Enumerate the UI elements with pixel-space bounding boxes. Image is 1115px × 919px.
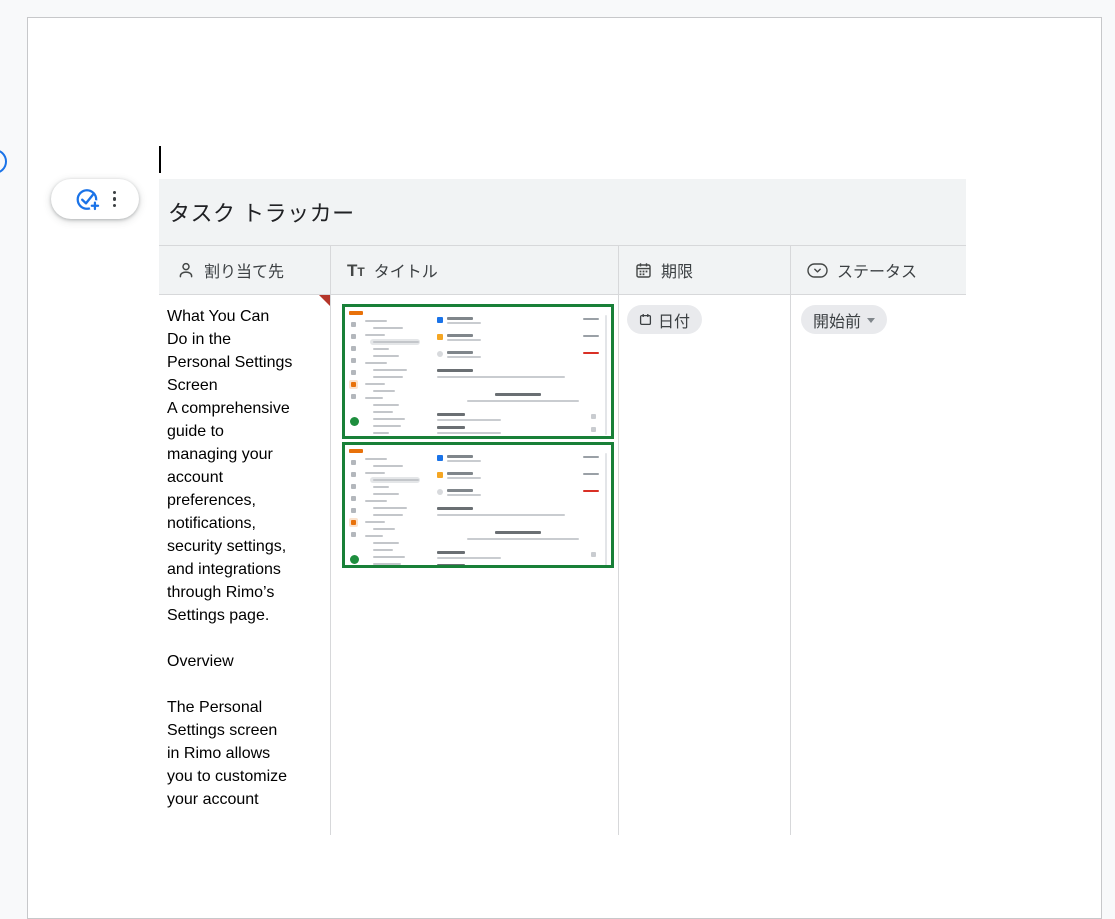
table-header-row: 割り当て先 TT タイトル 期限 — [159, 246, 966, 295]
text-line: preferences, — [167, 489, 322, 512]
status-chip-label: 開始前 — [813, 308, 861, 332]
text-line: The Personal — [167, 696, 322, 719]
docs-canvas: { "table": { "title": "タスク トラッカー", "colu… — [0, 0, 1115, 799]
column-label: タイトル — [374, 258, 438, 282]
text-line: your account — [167, 788, 322, 811]
text-line: Do in the — [167, 328, 322, 351]
screenshot-thumbnail[interactable] — [342, 304, 614, 439]
text-line: guide to — [167, 420, 322, 443]
column-label: ステータス — [837, 258, 917, 282]
text-cursor — [159, 146, 161, 173]
calendar-icon — [635, 262, 652, 279]
comment-marker[interactable] — [319, 295, 330, 306]
add-task-button[interactable] — [74, 186, 101, 213]
collaborator-ring-indicator — [0, 149, 7, 174]
text-line: Settings page. — [167, 604, 322, 627]
screenshot-thumbnail[interactable] — [342, 442, 614, 568]
block-menu-button[interactable] — [113, 191, 117, 208]
text-line: What You Can — [167, 305, 322, 328]
person-icon — [177, 261, 195, 279]
column-label: 期限 — [661, 258, 693, 282]
text-style-icon: TT — [347, 262, 365, 279]
add-task-icon — [74, 186, 101, 213]
table-title-band: タスク トラッカー — [159, 179, 966, 246]
text-line: Overview — [167, 650, 322, 673]
text-line: managing your — [167, 443, 322, 466]
calendar-icon — [639, 313, 652, 326]
status-oval-dropdown-icon — [807, 263, 828, 278]
text-line: you to customize — [167, 765, 322, 788]
block-controls — [51, 179, 139, 219]
text-line — [167, 627, 322, 650]
text-line: and integrations — [167, 558, 322, 581]
assignee-text: What You CanDo in thePersonal SettingsSc… — [167, 305, 322, 811]
column-header-assignee[interactable]: 割り当て先 — [159, 246, 331, 294]
more-vertical-icon — [113, 191, 117, 208]
cell-assignee[interactable]: What You CanDo in thePersonal SettingsSc… — [159, 295, 331, 835]
date-chip[interactable]: 日付 — [627, 305, 702, 334]
cell-status[interactable]: 開始前 — [791, 295, 966, 835]
status-chip[interactable]: 開始前 — [801, 305, 887, 334]
task-tracker-table: タスク トラッカー 割り当て先 TT タイトル — [159, 179, 966, 835]
text-line: notifications, — [167, 512, 322, 535]
text-line: account — [167, 466, 322, 489]
text-line: Settings screen — [167, 719, 322, 742]
text-line: in Rimo allows — [167, 742, 322, 765]
attachment-list — [342, 304, 618, 568]
text-line: security settings, — [167, 535, 322, 558]
table-title[interactable]: タスク トラッカー — [168, 196, 355, 228]
cell-due[interactable]: 日付 — [619, 295, 791, 835]
column-header-due[interactable]: 期限 — [619, 246, 791, 294]
column-header-status[interactable]: ステータス — [791, 246, 966, 294]
text-line — [167, 673, 322, 696]
text-line: Personal Settings — [167, 351, 322, 374]
text-line: through Rimo’s — [167, 581, 322, 604]
text-line: Screen — [167, 374, 322, 397]
dropdown-arrow-icon — [867, 318, 875, 323]
column-label: 割り当て先 — [204, 258, 284, 282]
cell-title[interactable] — [331, 295, 619, 835]
date-chip-label: 日付 — [658, 308, 690, 332]
document-page[interactable]: タスク トラッカー 割り当て先 TT タイトル — [27, 17, 1102, 919]
column-header-title[interactable]: TT タイトル — [331, 246, 619, 294]
text-line: A comprehensive — [167, 397, 322, 420]
table-row: What You CanDo in thePersonal SettingsSc… — [159, 295, 966, 835]
